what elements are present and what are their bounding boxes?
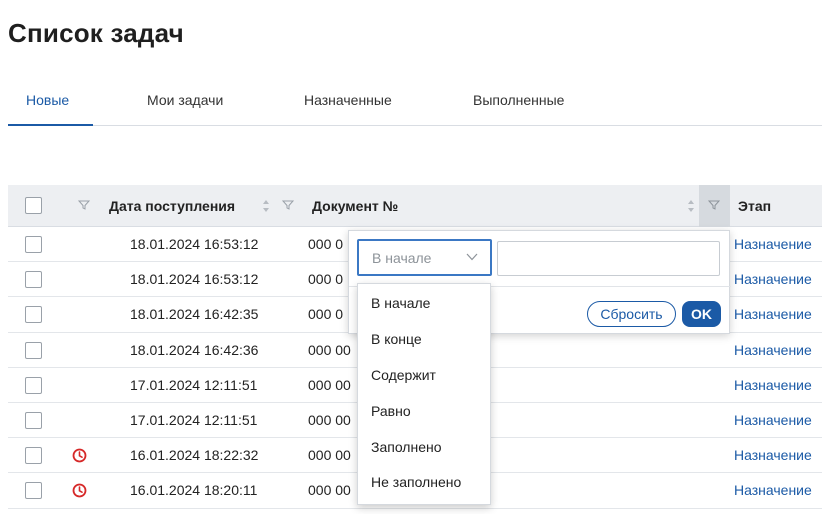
- tab-bar: Новые Мои задачи Назначенные Выполненные: [8, 80, 822, 126]
- row-document: 000 0: [308, 236, 344, 252]
- row-date: 18.01.2024 16:42:36: [130, 341, 259, 358]
- dropdown-option-not-filled[interactable]: Не заполнено: [371, 474, 461, 490]
- row-checkbox[interactable]: [25, 447, 42, 465]
- filter-icon[interactable]: [78, 199, 90, 211]
- page-title: Список задач: [8, 18, 184, 48]
- row-stage-link[interactable]: Назначение: [734, 333, 812, 368]
- row-date: 17.01.2024 12:11:51: [130, 376, 258, 393]
- overdue-clock-icon: [72, 483, 87, 498]
- row-checkbox[interactable]: [25, 236, 42, 253]
- row-checkbox[interactable]: [25, 341, 42, 359]
- row-document: 000 0: [308, 271, 344, 288]
- row-stage-link[interactable]: Назначение: [734, 438, 812, 473]
- dropdown-option-ends-with[interactable]: В конце: [371, 331, 422, 347]
- filter-condition-dropdown: В начале В конце Содержит Равно Заполнен…: [357, 283, 491, 505]
- filter-icon[interactable]: [282, 199, 294, 211]
- row-checkbox[interactable]: [25, 271, 42, 289]
- filter-condition-value: В начале: [372, 250, 432, 266]
- row-date: 16.01.2024 18:22:32: [130, 447, 259, 464]
- row-stage-link[interactable]: Назначение: [734, 262, 812, 297]
- row-date: 17.01.2024 12:11:51: [130, 411, 258, 428]
- row-date: 16.01.2024 18:20:11: [130, 482, 258, 499]
- filter-icon: [708, 200, 720, 210]
- column-header-date[interactable]: Дата поступления: [109, 185, 235, 227]
- select-all-checkbox[interactable]: [25, 197, 42, 214]
- table-header: Дата поступления Документ № Этап: [8, 185, 822, 227]
- row-checkbox[interactable]: [25, 306, 42, 324]
- sort-icon[interactable]: [262, 199, 270, 213]
- column-header-document[interactable]: Документ №: [312, 185, 398, 227]
- row-stage-link[interactable]: Назначение: [734, 403, 812, 438]
- dropdown-option-contains[interactable]: Содержит: [371, 367, 436, 383]
- row-stage-link[interactable]: Назначение: [734, 297, 812, 332]
- row-stage-link[interactable]: Назначение: [734, 227, 812, 262]
- filter-value-input[interactable]: [497, 241, 720, 276]
- row-stage-link[interactable]: Назначение: [734, 473, 812, 508]
- row-date: 18.01.2024 16:53:12: [130, 271, 259, 288]
- dropdown-option-equals[interactable]: Равно: [371, 403, 411, 419]
- tab-completed[interactable]: Выполненные: [473, 92, 564, 108]
- dropdown-option-filled[interactable]: Заполнено: [371, 439, 442, 455]
- tab-assigned[interactable]: Назначенные: [304, 92, 392, 108]
- overdue-clock-icon: [72, 448, 87, 463]
- row-document: 000 00: [308, 341, 351, 358]
- dropdown-option-starts-with[interactable]: В начале: [371, 295, 430, 311]
- row-document: 000 00: [308, 447, 351, 464]
- row-document: 000 00: [308, 411, 351, 428]
- reset-button[interactable]: Сбросить: [587, 301, 676, 327]
- row-checkbox[interactable]: [25, 376, 42, 394]
- row-date: 18.01.2024 16:42:35: [130, 306, 259, 323]
- tab-my-tasks[interactable]: Мои задачи: [147, 92, 223, 108]
- active-tab-indicator: [8, 124, 93, 126]
- row-stage-link[interactable]: Назначение: [734, 368, 812, 403]
- ok-button[interactable]: OK: [682, 301, 721, 327]
- chevron-down-icon: [466, 253, 478, 261]
- sort-icon[interactable]: [687, 199, 695, 213]
- row-document: 000 0: [308, 306, 344, 323]
- row-date: 18.01.2024 16:53:12: [130, 236, 259, 252]
- row-checkbox[interactable]: [25, 482, 42, 500]
- row-checkbox[interactable]: [25, 411, 42, 429]
- document-filter-toggle[interactable]: [699, 185, 730, 227]
- filter-condition-select[interactable]: В начале: [357, 239, 492, 276]
- row-document: 000 00: [308, 376, 351, 393]
- tab-new[interactable]: Новые: [26, 92, 69, 108]
- column-header-stage[interactable]: Этап: [738, 185, 771, 227]
- row-document: 000 00: [308, 482, 351, 499]
